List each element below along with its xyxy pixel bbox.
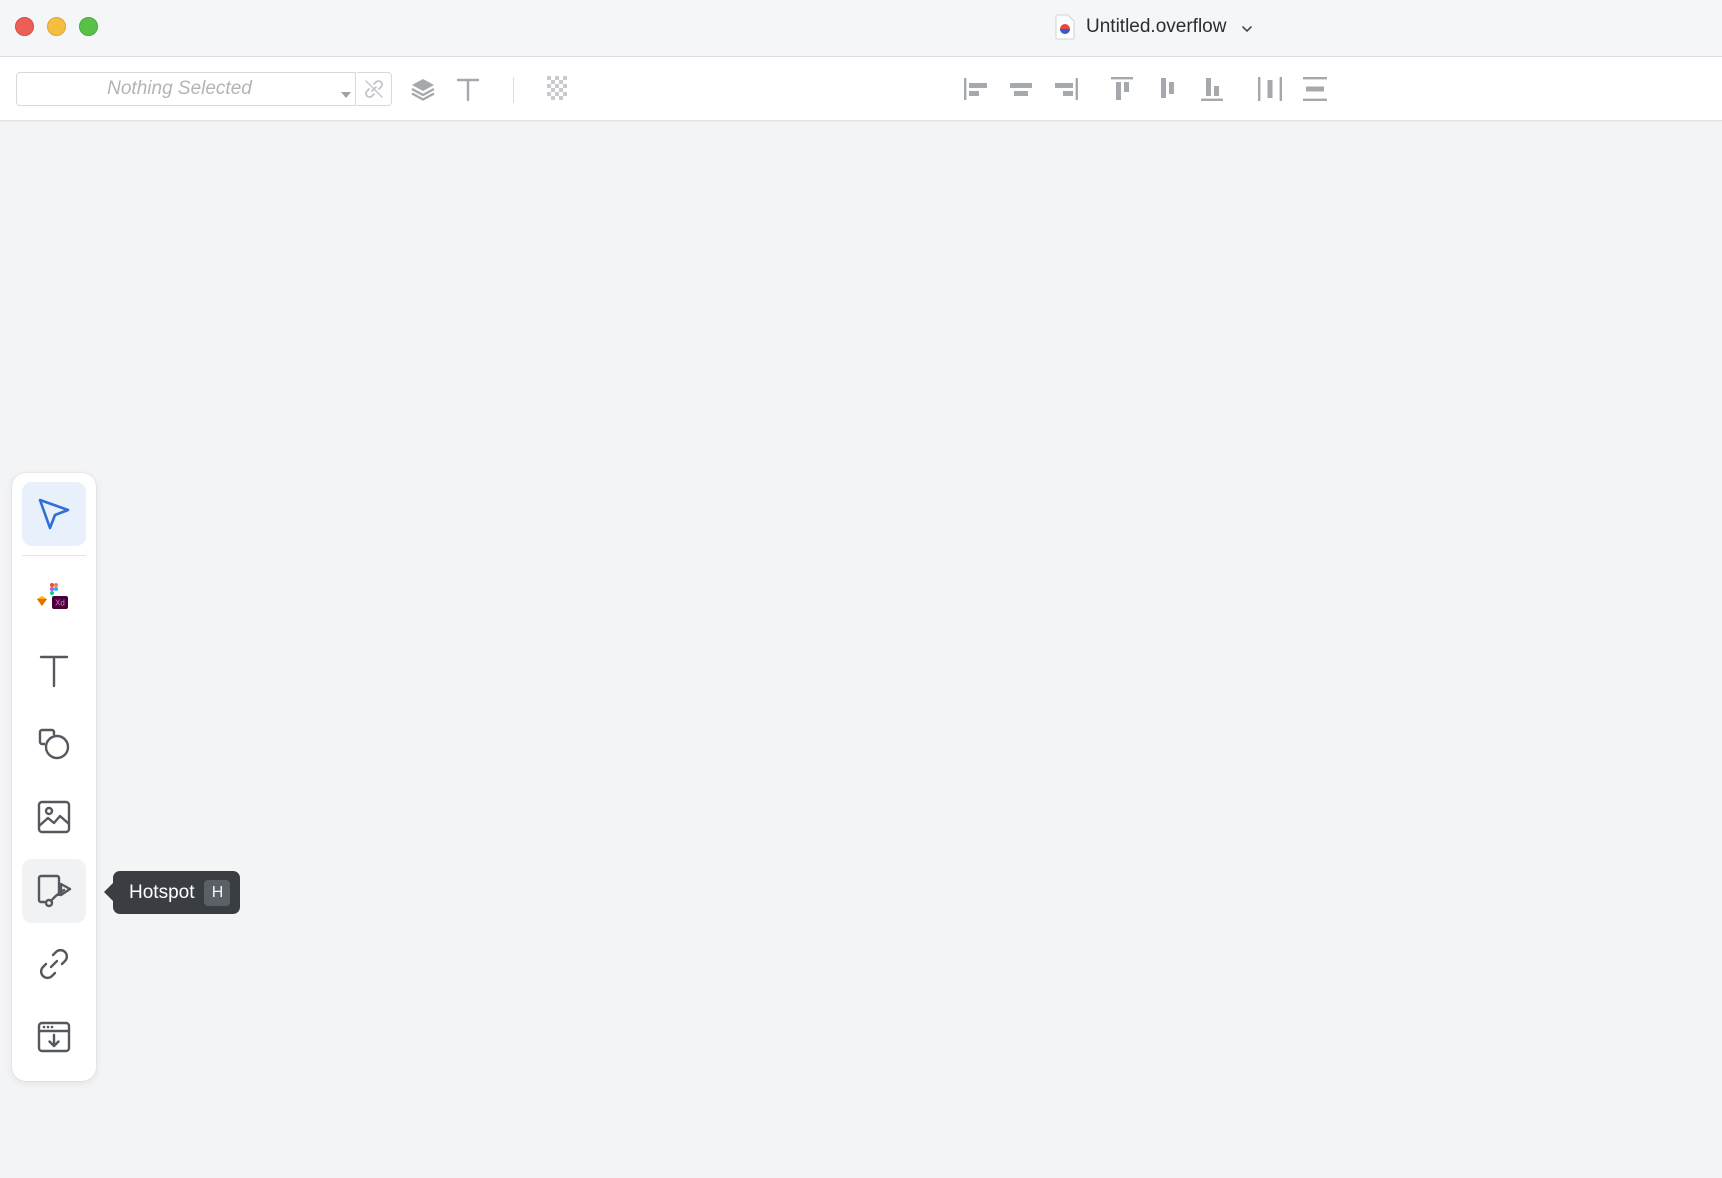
align-right-button[interactable] [1048,71,1084,107]
image-tool-button[interactable] [22,785,86,849]
checkerboard-icon [547,76,567,100]
embed-tool-button[interactable] [22,1005,86,1069]
align-top-button[interactable] [1104,71,1140,107]
distribute-horizontal-button[interactable] [1252,71,1288,107]
distribute-vertical-button[interactable] [1297,71,1333,107]
text-icon [39,655,69,688]
close-window-button[interactable] [15,17,34,36]
caret-down-icon [341,86,351,98]
minimize-window-button[interactable] [47,17,66,36]
layers-button[interactable] [405,71,441,107]
link-icon [40,949,68,979]
chevron-down-icon [1240,20,1254,34]
align-right-icon [1055,78,1078,100]
hotspot-icon [37,874,72,908]
align-bottom-button[interactable] [1194,71,1230,107]
maximize-window-button[interactable] [79,17,98,36]
overflow-document-icon [1054,14,1076,40]
distribute-horizontal-icon [1258,77,1282,101]
selection-dropdown-value: Nothing Selected [107,78,252,99]
text-tool-button[interactable] [22,639,86,703]
pointer-icon [38,498,70,530]
selection-dropdown[interactable]: Nothing Selected [16,72,356,106]
align-bottom-icon [1201,78,1223,101]
link-tool-button[interactable] [22,932,86,996]
svg-text:Xd: Xd [55,599,65,608]
align-left-icon [964,78,987,100]
shapes-tool-button[interactable] [22,712,86,776]
distribute-vertical-icon [1303,77,1327,101]
unlink-button[interactable] [357,72,392,106]
import-design-tool-button[interactable]: Xd [22,566,86,630]
shapes-icon [38,728,70,760]
align-center-vertical-icon [1161,78,1174,98]
tooltip-shortcut: H [204,879,231,906]
align-center-horizontal-button[interactable] [1003,71,1039,107]
toolbar: Nothing Selected [0,57,1722,121]
figma-sketch-xd-icon: Xd [37,583,68,609]
title-bar: Untitled.overflow [0,0,1722,57]
align-center-horizontal-icon [1010,83,1032,96]
tooltip-label: Hotspot [129,881,195,903]
toolbar-divider [513,77,514,103]
text-style-button[interactable] [450,71,486,107]
tool-panel: Xd [12,473,96,1081]
layers-icon [411,79,435,101]
hotspot-tooltip: Hotspot H [103,871,241,914]
align-top-icon [1111,77,1133,100]
hotspot-tool-button[interactable] [22,859,86,923]
document-title: Untitled.overflow [1086,16,1227,37]
document-title-menu[interactable]: Untitled.overflow [1054,14,1254,40]
select-tool-button[interactable] [22,482,86,546]
image-icon [37,800,71,834]
text-icon [456,78,480,102]
embed-icon [37,1021,71,1053]
opacity-button[interactable] [538,71,574,107]
unlink-icon [365,80,383,98]
align-center-vertical-button[interactable] [1149,71,1185,107]
canvas[interactable] [0,122,1722,1178]
align-left-button[interactable] [958,71,994,107]
tool-panel-divider [22,555,86,556]
